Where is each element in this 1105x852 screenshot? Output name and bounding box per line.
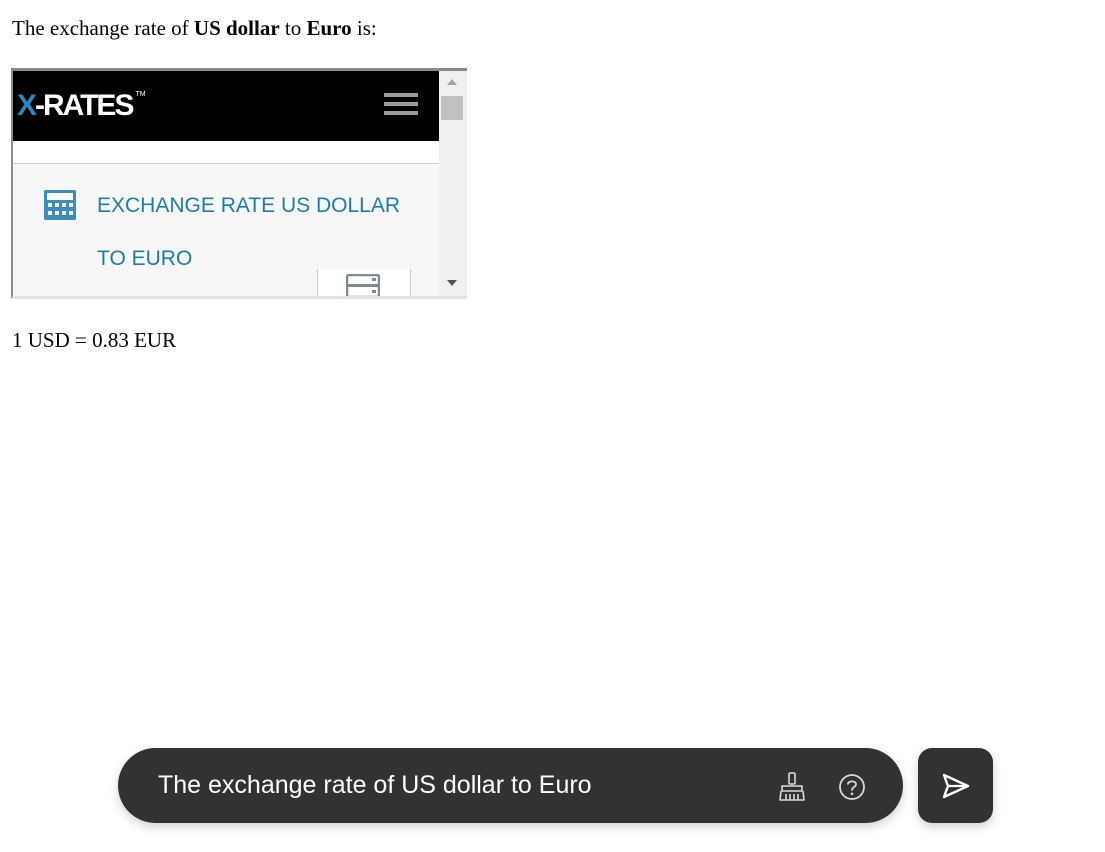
- help-icon[interactable]: [838, 773, 866, 801]
- widget-title-line-1[interactable]: EXCHANGE RATE US DOLLAR: [97, 194, 400, 218]
- widget-content: X-RATES TM EXCHANGE RATE US DOLLAR TO EUR…: [13, 71, 439, 296]
- xrates-widget-frame[interactable]: X-RATES TM EXCHANGE RATE US DOLLAR TO EUR…: [11, 68, 467, 299]
- intro-suffix: is:: [351, 16, 377, 40]
- query-input[interactable]: The exchange rate of US dollar to Euro: [158, 771, 592, 800]
- widget-header: X-RATES TM: [13, 71, 439, 141]
- xrates-logo[interactable]: X-RATES TM: [17, 91, 146, 121]
- logo-trademark: TM: [135, 91, 146, 98]
- widget-scrollbar[interactable]: [439, 71, 467, 296]
- send-button[interactable]: [918, 748, 993, 823]
- widget-spacer: [13, 141, 439, 163]
- broom-icon[interactable]: [778, 772, 806, 802]
- widget-divider: [13, 163, 439, 164]
- logo-x: X: [17, 89, 37, 122]
- scroll-up-arrow-icon[interactable]: [447, 79, 457, 85]
- intro-sentence: The exchange rate of US dollar to Euro i…: [12, 16, 377, 41]
- hamburger-menu-icon[interactable]: [384, 93, 418, 117]
- calculator-icon: [44, 190, 76, 220]
- scrollbar-thumb[interactable]: [441, 96, 463, 120]
- send-icon: [942, 773, 970, 799]
- from-currency: US dollar: [193, 16, 280, 40]
- widget-bottom-tab[interactable]: [317, 269, 411, 296]
- logo-rates: -RATES: [35, 89, 134, 122]
- widget-title-line-2[interactable]: TO EURO: [97, 247, 192, 271]
- query-input-bar[interactable]: The exchange rate of US dollar to Euro: [118, 748, 903, 823]
- intro-prefix: The exchange rate of: [12, 16, 194, 40]
- exchange-rate-result: 1 USD = 0.83 EUR: [12, 328, 177, 352]
- scroll-down-arrow-icon[interactable]: [447, 280, 457, 286]
- to-currency: Euro: [306, 16, 352, 40]
- intro-middle: to: [279, 16, 307, 40]
- calculator-small-icon: [346, 274, 380, 296]
